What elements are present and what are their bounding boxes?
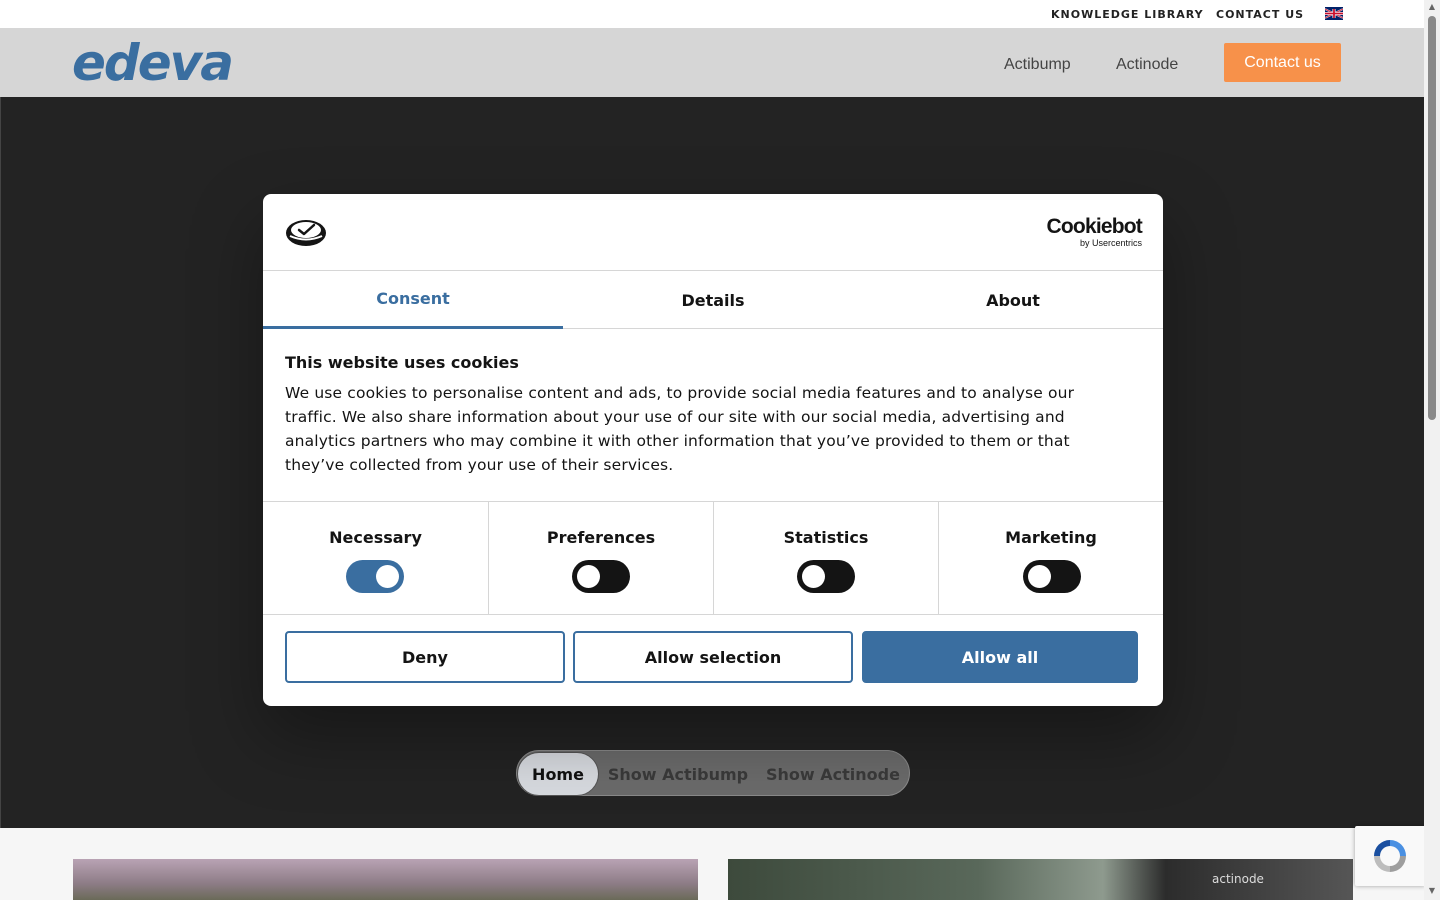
cookie-icon xyxy=(285,216,327,248)
product-switcher: Home Show Actibump Show Actinode xyxy=(516,750,910,796)
scroll-up-icon[interactable]: ▲ xyxy=(1428,2,1436,11)
category-label: Necessary xyxy=(329,528,422,547)
tab-details[interactable]: Details xyxy=(563,271,863,329)
cookie-consent-dialog: Cookiebot by Usercentrics Consent Detail… xyxy=(263,194,1163,706)
dialog-title: This website uses cookies xyxy=(285,353,519,372)
tab-consent[interactable]: Consent xyxy=(263,271,563,329)
deny-button[interactable]: Deny xyxy=(285,631,565,683)
nav-actibump[interactable]: Actibump xyxy=(1004,56,1071,74)
tab-about[interactable]: About xyxy=(863,271,1163,329)
scroll-down-icon[interactable]: ▼ xyxy=(1428,886,1436,895)
knowledge-library-link[interactable]: KNOWLEDGE LIBRARY xyxy=(1051,8,1204,21)
pill-show-actibump[interactable]: Show Actibump xyxy=(607,752,749,796)
nav-actinode[interactable]: Actinode xyxy=(1116,56,1178,74)
dialog-tabs: Consent Details About xyxy=(263,271,1163,329)
logo-text: edeva xyxy=(72,40,232,86)
contact-us-link[interactable]: CONTACT US xyxy=(1216,8,1304,21)
scrollbar-thumb[interactable] xyxy=(1428,16,1436,420)
toggle-marketing[interactable] xyxy=(1023,560,1081,593)
cookie-categories: Necessary Preferences Statistics Marketi… xyxy=(263,501,1163,615)
category-label: Marketing xyxy=(1005,528,1097,547)
category-preferences: Preferences xyxy=(488,502,713,615)
cookiebot-brand-sub: by Usercentrics xyxy=(1079,238,1142,248)
card-image-actibump[interactable] xyxy=(73,859,698,900)
actinode-sign-label: actinode xyxy=(1212,872,1264,886)
site-header: edeva Actibump Actinode Contact us xyxy=(0,28,1424,97)
edeva-logo[interactable]: edeva xyxy=(72,34,268,92)
dialog-description: We use cookies to personalise content an… xyxy=(285,384,1075,474)
recaptcha-badge[interactable] xyxy=(1355,826,1425,886)
dialog-body: This website uses cookies We use cookies… xyxy=(285,353,1125,477)
category-label: Statistics xyxy=(783,528,869,547)
contact-us-button[interactable]: Contact us xyxy=(1224,43,1341,82)
category-label: Preferences xyxy=(546,528,656,547)
toggle-statistics[interactable] xyxy=(797,560,855,593)
cookiebot-brand: Cookiebot xyxy=(1046,215,1143,238)
toggle-knob xyxy=(1028,565,1051,588)
toggle-knob xyxy=(577,565,600,588)
category-marketing: Marketing xyxy=(938,502,1163,615)
cookiebot-logo[interactable]: Cookiebot by Usercentrics xyxy=(1038,215,1143,248)
dialog-header: Cookiebot by Usercentrics xyxy=(263,194,1163,271)
pill-show-actinode[interactable]: Show Actinode xyxy=(763,752,903,796)
top-utility-bar: KNOWLEDGE LIBRARY CONTACT US xyxy=(0,0,1424,28)
allow-selection-button[interactable]: Allow selection xyxy=(573,631,853,683)
toggle-knob xyxy=(376,565,399,588)
uk-flag-icon[interactable] xyxy=(1325,7,1343,20)
category-necessary: Necessary xyxy=(263,502,488,615)
allow-all-button[interactable]: Allow all xyxy=(862,631,1138,683)
recaptcha-icon xyxy=(1374,840,1406,872)
toggle-preferences[interactable] xyxy=(572,560,630,593)
pill-home[interactable]: Home xyxy=(517,752,599,796)
toggle-knob xyxy=(802,565,825,588)
toggle-necessary[interactable] xyxy=(346,560,404,593)
category-statistics: Statistics xyxy=(713,502,938,615)
